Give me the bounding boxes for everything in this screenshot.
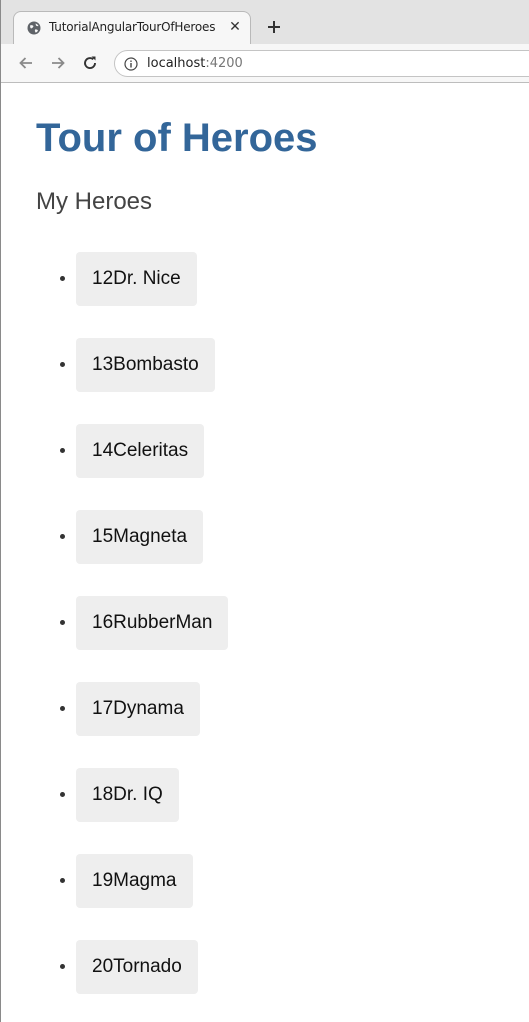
hero-id: 19 xyxy=(92,870,114,891)
hero-list-item: 12Dr. Nice xyxy=(1,252,529,306)
hero-name: Bombasto xyxy=(113,354,199,375)
hero-list: 12Dr. Nice 13Bombasto 14Celeritas 15Magneta… xyxy=(1,252,529,1022)
list-bullet xyxy=(60,964,65,969)
tab-strip: TutorialAngularTourOfHeroes ✕ xyxy=(1,0,529,44)
hero-button[interactable]: 16RubberMan xyxy=(76,596,229,650)
list-bullet xyxy=(60,534,65,539)
close-tab-icon[interactable]: ✕ xyxy=(228,20,242,34)
hero-name: Magneta xyxy=(113,526,188,547)
arrow-right-icon[interactable] xyxy=(49,54,67,72)
hero-button[interactable]: 13Bombasto xyxy=(76,338,215,392)
hero-id: 18 xyxy=(92,784,114,805)
browser-window: TutorialAngularTourOfHeroes ✕ localhost:… xyxy=(0,0,529,1022)
plus-icon[interactable] xyxy=(265,18,283,36)
hero-button[interactable]: 15Magneta xyxy=(76,510,204,564)
hero-button[interactable]: 19Magma xyxy=(76,854,193,908)
browser-toolbar: localhost:4200 xyxy=(1,44,529,83)
list-bullet xyxy=(60,620,65,625)
hero-list-item: 18Dr. IQ xyxy=(1,768,529,822)
hero-list-item: 15Magneta xyxy=(1,510,529,564)
url-port: :4200 xyxy=(205,56,243,71)
hero-button[interactable]: 14Celeritas xyxy=(76,424,205,478)
hero-list-item: 17Dynama xyxy=(1,682,529,736)
list-bullet xyxy=(60,792,65,797)
address-bar[interactable]: localhost:4200 xyxy=(114,50,529,77)
url-text: localhost:4200 xyxy=(147,56,243,71)
hero-name: Tornado xyxy=(113,956,182,977)
hero-id: 20 xyxy=(92,956,114,977)
hero-id: 17 xyxy=(92,698,114,719)
hero-id: 15 xyxy=(92,526,114,547)
hero-name: Dynama xyxy=(113,698,184,719)
hero-id: 14 xyxy=(92,440,114,461)
reload-icon[interactable] xyxy=(81,54,99,72)
hero-id: 12 xyxy=(92,268,114,289)
hero-button[interactable]: 18Dr. IQ xyxy=(76,768,179,822)
hero-id: 16 xyxy=(92,612,114,633)
hero-list-item: 14Celeritas xyxy=(1,424,529,478)
browser-tab[interactable]: TutorialAngularTourOfHeroes ✕ xyxy=(13,11,251,44)
list-bullet xyxy=(60,276,65,281)
section-heading: My Heroes xyxy=(36,188,153,215)
hero-name: Dr. IQ xyxy=(113,784,163,805)
page-title: Tour of Heroes xyxy=(36,116,318,160)
info-icon[interactable] xyxy=(124,57,138,71)
hero-name: RubberMan xyxy=(113,612,213,633)
hero-name: Dr. Nice xyxy=(113,268,181,289)
list-bullet xyxy=(60,362,65,367)
hero-id: 13 xyxy=(92,354,114,375)
hero-list-item: 13Bombasto xyxy=(1,338,529,392)
list-bullet xyxy=(60,448,65,453)
hero-button[interactable]: 20Tornado xyxy=(76,940,198,994)
tab-title: TutorialAngularTourOfHeroes xyxy=(49,20,216,34)
hero-button[interactable]: 17Dynama xyxy=(76,682,200,736)
list-bullet xyxy=(60,706,65,711)
hero-name: Celeritas xyxy=(113,440,189,461)
hero-name: Magma xyxy=(113,870,177,891)
hero-list-item: 16RubberMan xyxy=(1,596,529,650)
url-host: localhost xyxy=(147,56,206,71)
hero-list-item: 20Tornado xyxy=(1,940,529,994)
globe-icon xyxy=(27,21,41,35)
hero-button[interactable]: 12Dr. Nice xyxy=(76,252,197,306)
page-content: Tour of Heroes My Heroes 12Dr. Nice 13Bom… xyxy=(1,84,529,1022)
hero-list-item: 19Magma xyxy=(1,854,529,908)
arrow-left-icon[interactable] xyxy=(17,54,35,72)
list-bullet xyxy=(60,878,65,883)
